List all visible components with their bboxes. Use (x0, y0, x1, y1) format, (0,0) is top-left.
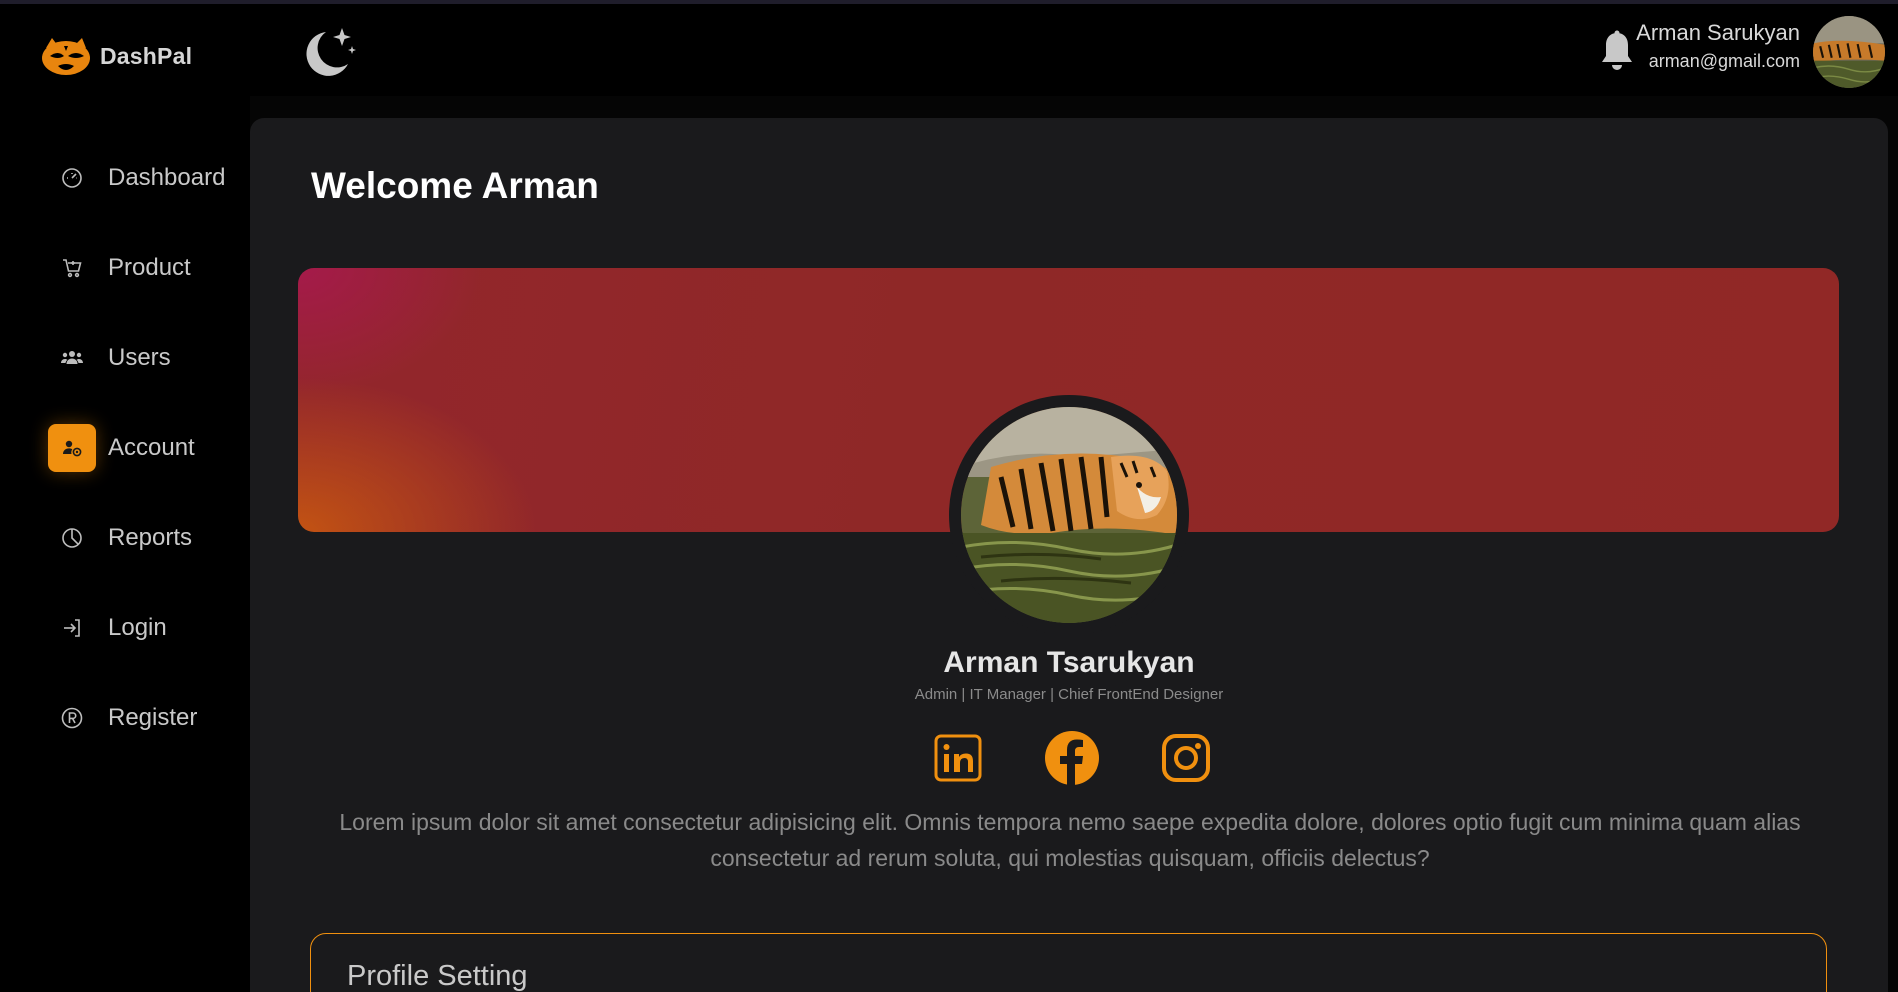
facebook-icon (1045, 731, 1099, 786)
sidebar-item-label: Dashboard (108, 164, 226, 191)
instagram-icon (1162, 734, 1210, 782)
linkedin-icon (934, 734, 982, 782)
avatar[interactable] (1813, 16, 1885, 88)
sidebar-item-product[interactable]: Product (48, 244, 225, 292)
brand[interactable]: DashPal (40, 34, 192, 78)
profile-avatar (949, 395, 1189, 635)
page-title: Welcome Arman (311, 165, 599, 206)
profile-bio: Lorem ipsum dolor sit amet consectetur a… (339, 809, 1801, 871)
sidebar-item-label: Product (108, 254, 191, 281)
sidebar-item-label: Users (108, 344, 171, 371)
sidebar-item-label: Login (108, 614, 167, 641)
moon-stars-icon (306, 28, 356, 76)
sidebar-item-users[interactable]: Users (48, 334, 225, 382)
sidebar-item-register[interactable]: Register (48, 694, 225, 742)
sidebar-item-reports[interactable]: Reports (48, 514, 225, 562)
bell-icon (1602, 30, 1632, 70)
window-top-edge (0, 0, 1898, 4)
sidebar-item-label: Reports (108, 524, 193, 551)
pie-chart-icon (48, 514, 96, 562)
profile-setting-card (310, 933, 1827, 992)
brand-name: DashPal (100, 42, 193, 69)
sidebar-item-login[interactable]: Login (48, 604, 225, 652)
account-settings-icon (48, 424, 96, 472)
user-email: arman@gmail.com (1648, 51, 1800, 71)
dashboard-gauge-icon (48, 154, 96, 202)
sidebar-item-label: Register (108, 704, 198, 731)
sidebar-item-account[interactable]: Account (48, 424, 225, 472)
registered-icon (48, 694, 96, 742)
sidebar-nav: Dashboard Product Users Account Reports (48, 154, 225, 784)
cart-icon (48, 244, 96, 292)
instagram-link[interactable] (1158, 730, 1214, 786)
sidebar-item-dashboard[interactable]: Dashboard (48, 154, 225, 202)
tiger-photo (1813, 16, 1885, 88)
login-icon (48, 604, 96, 652)
profile-setting-title: Profile Setting (347, 960, 528, 992)
profile-role: Admin | IT Manager | Chief FrontEnd Desi… (914, 686, 1224, 703)
notification-button[interactable] (1600, 30, 1634, 72)
social-links (930, 730, 1214, 786)
linkedin-link[interactable] (930, 730, 986, 786)
tiger-photo (961, 407, 1177, 623)
tiger-logo-icon (42, 38, 90, 75)
facebook-link[interactable] (1044, 730, 1100, 786)
users-icon (48, 334, 96, 382)
sidebar: DashPal Dashboard Product Users Account (0, 4, 250, 992)
theme-toggle-button[interactable] (300, 24, 358, 80)
profile-name: Arman Tsarukyan (943, 646, 1195, 679)
user-name: Arman Sarukyan (1636, 20, 1800, 45)
sidebar-item-label: Account (108, 434, 195, 461)
